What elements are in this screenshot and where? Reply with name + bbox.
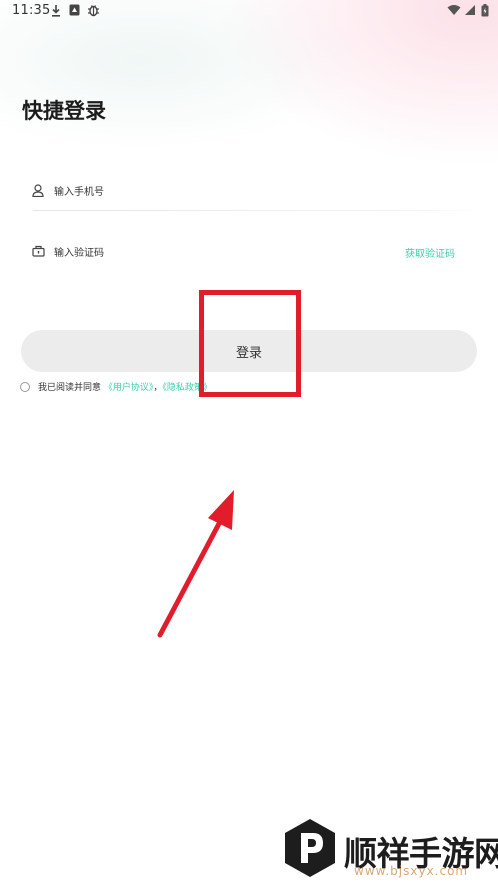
- verification-code-input[interactable]: [54, 242, 354, 264]
- battery-icon: [481, 4, 489, 17]
- wifi-icon: [447, 5, 461, 15]
- user-icon: [32, 184, 44, 197]
- bug-icon: [88, 5, 99, 17]
- login-screen: 11:35 快捷登录 输入手机号 输入验证码 获取验证码 登录 我已阅读并同意 …: [0, 0, 498, 885]
- agreement-prefix: 我已阅读并同意: [38, 383, 102, 393]
- phone-field-divider: [33, 210, 483, 211]
- red-arrow: [157, 490, 234, 638]
- get-code-button[interactable]: 获取验证码: [405, 245, 455, 260]
- sim-icon: [69, 4, 80, 16]
- watermark: 顺祥手游网 www.bjsxyx.com: [282, 815, 498, 881]
- watermark-url: www.bjsxyx.com: [354, 864, 469, 878]
- lock-icon: [32, 245, 45, 257]
- phone-input[interactable]: [54, 181, 354, 203]
- agreement-text: 我已阅读并同意 《用户协议》，《隐私政策》: [38, 380, 212, 393]
- status-time: 11:35: [12, 3, 51, 18]
- brand-logo-icon: [285, 819, 335, 877]
- user-agreement-link[interactable]: 《用户协议》: [104, 383, 154, 393]
- highlight-box: [199, 290, 301, 397]
- status-bar: 11:35: [0, 0, 498, 22]
- phone-field: [32, 176, 482, 208]
- page-title: 快捷登录: [22, 99, 106, 123]
- signal-icon: [465, 5, 475, 15]
- download-icon: [52, 5, 60, 17]
- agree-radio[interactable]: [20, 382, 30, 392]
